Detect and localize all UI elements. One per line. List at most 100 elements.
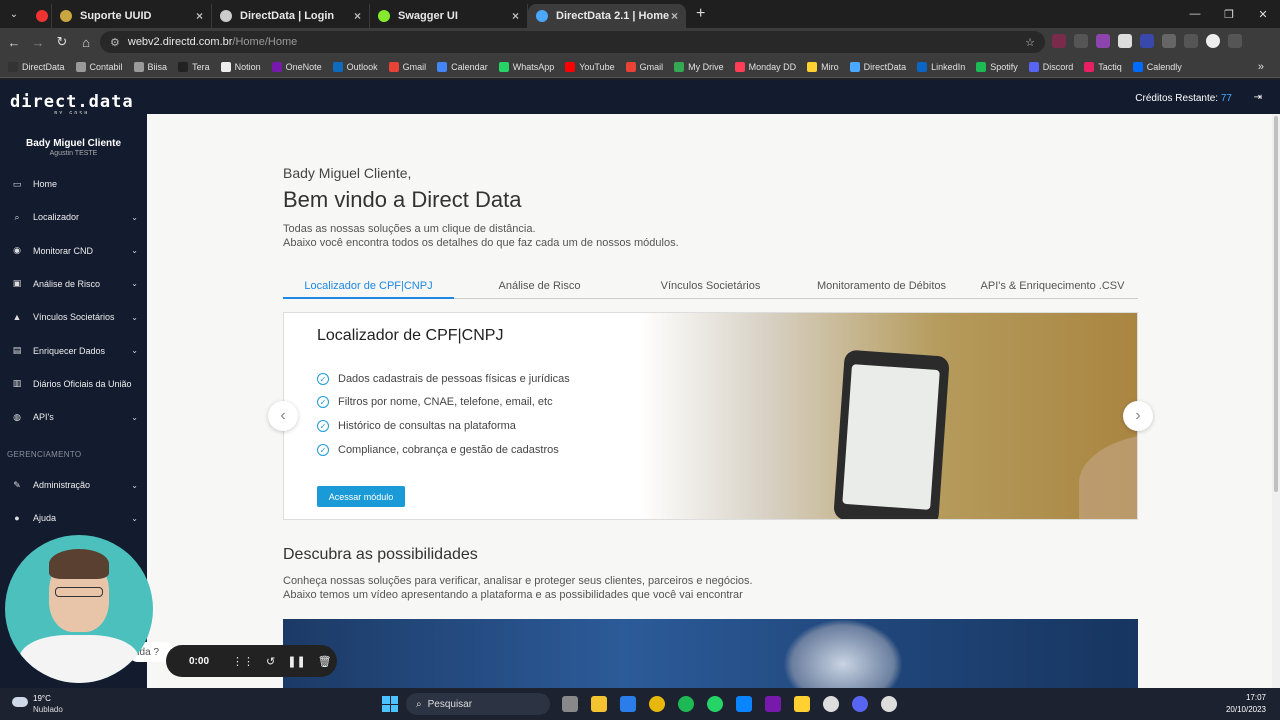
bookmark-item[interactable]: Gmail bbox=[388, 61, 426, 72]
bookmark-item[interactable]: Spotify bbox=[976, 61, 1018, 72]
store-icon[interactable] bbox=[620, 696, 636, 712]
file-explorer-icon[interactable] bbox=[591, 696, 607, 712]
bookmark-item[interactable]: Gmail bbox=[625, 61, 663, 72]
pause-icon[interactable]: ❚❚ bbox=[287, 655, 305, 668]
close-icon[interactable]: × bbox=[671, 9, 678, 23]
grid-icon[interactable]: ⋮⋮ bbox=[232, 655, 254, 668]
minimize-icon[interactable]: — bbox=[1178, 8, 1212, 20]
sidebar-icon[interactable] bbox=[1184, 34, 1198, 48]
close-icon[interactable]: × bbox=[196, 9, 203, 23]
close-window-icon[interactable]: ✕ bbox=[1246, 8, 1280, 21]
bookmark-item[interactable]: WhatsApp bbox=[498, 61, 554, 72]
extension-icon[interactable] bbox=[1118, 34, 1132, 48]
logout-icon[interactable]: ⇥ bbox=[1254, 92, 1262, 103]
chrome-icon[interactable] bbox=[649, 696, 665, 712]
bookmark-item[interactable]: OneNote bbox=[271, 61, 322, 72]
bookmark-item[interactable]: Miro bbox=[807, 61, 839, 72]
new-tab-icon[interactable]: + bbox=[696, 5, 705, 23]
home-icon[interactable]: ⌂ bbox=[74, 35, 98, 50]
start-button[interactable] bbox=[382, 696, 398, 712]
bookmark-item[interactable]: Biisa bbox=[133, 61, 167, 72]
maximize-icon[interactable]: ❐ bbox=[1212, 8, 1246, 21]
carousel-prev-button[interactable]: ‹ bbox=[268, 401, 298, 431]
address-bar[interactable]: ⚙ webv2.directd.com.br/Home/Home ☆ bbox=[100, 31, 1045, 53]
clock-date[interactable]: 20/10/2023 bbox=[1226, 705, 1266, 714]
bookmark-star-icon[interactable]: ☆ bbox=[1025, 36, 1035, 49]
bookmark-item[interactable]: LinkedIn bbox=[917, 61, 965, 72]
access-module-button[interactable]: Acessar módulo bbox=[317, 486, 405, 507]
close-icon[interactable]: × bbox=[354, 9, 361, 23]
bookmark-icon bbox=[271, 61, 282, 72]
clock-time[interactable]: 17:07 bbox=[1246, 693, 1266, 702]
bookmark-item[interactable]: Outlook bbox=[332, 61, 378, 72]
sidebar-item[interactable]: ▲ Vínculos Societários ⌄ bbox=[0, 305, 147, 329]
menu-dots-icon[interactable] bbox=[1228, 34, 1242, 48]
site-info-icon[interactable]: ⚙ bbox=[110, 36, 120, 49]
tab-monitoramento[interactable]: Monitoramento de Débitos bbox=[796, 280, 967, 292]
onenote-icon[interactable] bbox=[765, 696, 781, 712]
extension-icon[interactable] bbox=[1140, 34, 1154, 48]
tab-vinculos[interactable]: Vínculos Societários bbox=[625, 280, 796, 292]
feature-text: Compliance, cobrança e gestão de cadastr… bbox=[338, 444, 559, 456]
sidebar-item[interactable]: ◉ Monitorar CND ⌄ bbox=[0, 239, 147, 263]
back-icon[interactable]: ← bbox=[2, 35, 26, 50]
pen-icon[interactable] bbox=[1074, 34, 1088, 48]
sidebar-item[interactable]: ◍ API's ⌄ bbox=[0, 405, 147, 429]
bookmark-item[interactable]: DirectData bbox=[849, 61, 906, 72]
bookmark-item[interactable]: Calendar bbox=[437, 61, 488, 72]
bookmark-item[interactable]: YouTube bbox=[565, 61, 615, 72]
tab-recording[interactable] bbox=[28, 4, 52, 28]
tab-apis[interactable]: API's & Enriquecimento .CSV bbox=[967, 280, 1138, 292]
trash-icon[interactable]: 🗑 bbox=[318, 655, 332, 668]
tab-analise-risco[interactable]: Análise de Risco bbox=[454, 280, 625, 292]
edge-icon[interactable] bbox=[736, 696, 752, 712]
bookmark-item[interactable]: Calendly bbox=[1132, 61, 1182, 72]
whatsapp-icon[interactable] bbox=[707, 696, 723, 712]
bookmark-item[interactable]: Contabil bbox=[75, 61, 123, 72]
tab-suporte-uuid[interactable]: Suporte UUID × bbox=[52, 4, 212, 28]
tab-swagger[interactable]: Swagger UI × bbox=[370, 4, 528, 28]
app-icon[interactable] bbox=[852, 696, 868, 712]
weather-description[interactable]: Nublado bbox=[33, 705, 63, 714]
carousel-next-button[interactable]: › bbox=[1123, 401, 1153, 431]
bookmark-item[interactable]: DirectData bbox=[8, 61, 65, 72]
bookmark-item[interactable]: My Drive bbox=[674, 61, 724, 72]
intro-video[interactable] bbox=[283, 619, 1138, 688]
tab-directdata-login[interactable]: DirectData | Login × bbox=[212, 4, 370, 28]
profile-avatar[interactable] bbox=[1206, 34, 1220, 48]
app-icon[interactable] bbox=[823, 696, 839, 712]
forward-icon[interactable]: → bbox=[26, 35, 50, 50]
page-scrollbar[interactable] bbox=[1272, 114, 1280, 688]
extension-icon[interactable] bbox=[1052, 34, 1066, 48]
more-bookmarks-icon[interactable]: » bbox=[1258, 61, 1264, 73]
extension-icon[interactable] bbox=[1096, 34, 1110, 48]
bookmark-item[interactable]: Tera bbox=[178, 61, 210, 72]
restart-icon[interactable]: ↺ bbox=[266, 655, 275, 668]
tab-directdata-home[interactable]: DirectData 2.1 | Home × bbox=[528, 4, 686, 28]
tab-search-icon[interactable]: ⌄ bbox=[0, 0, 28, 28]
puzzle-icon[interactable] bbox=[1162, 34, 1176, 48]
sidebar-item[interactable]: ▭ Home bbox=[0, 172, 147, 196]
bookmark-item[interactable]: Tactiq bbox=[1084, 61, 1122, 72]
miro-icon[interactable] bbox=[794, 696, 810, 712]
reload-icon[interactable]: ↻ bbox=[50, 34, 74, 50]
sidebar-item[interactable]: ⌕ Localizador ⌄ bbox=[0, 205, 147, 229]
bookmark-item[interactable]: Discord bbox=[1028, 61, 1073, 72]
task-view-icon[interactable] bbox=[562, 696, 578, 712]
sidebar-item[interactable]: ▥ Diários Oficiais da União bbox=[0, 372, 147, 396]
app-icon[interactable] bbox=[881, 696, 897, 712]
spotify-icon[interactable] bbox=[678, 696, 694, 712]
scrollbar-thumb[interactable] bbox=[1274, 116, 1278, 492]
close-icon[interactable]: × bbox=[512, 9, 519, 23]
tab-localizador[interactable]: Localizador de CPF|CNPJ bbox=[283, 280, 454, 292]
sidebar-item[interactable]: ● Ajuda ⌄ bbox=[0, 506, 147, 530]
bookmark-item[interactable]: Monday DD bbox=[734, 61, 796, 72]
greeting: Bady Miguel Cliente, bbox=[283, 165, 412, 181]
sidebar-item[interactable]: ▤ Enriquecer Dados ⌄ bbox=[0, 339, 147, 363]
taskbar-search[interactable]: ⌕ Pesquisar bbox=[406, 693, 550, 715]
cloud-icon[interactable] bbox=[12, 697, 28, 707]
sidebar-item[interactable]: ▣ Análise de Risco ⌄ bbox=[0, 272, 147, 296]
sidebar-item[interactable]: ✎ Administração ⌄ bbox=[0, 473, 147, 497]
weather-temperature[interactable]: 19°C bbox=[33, 694, 51, 703]
bookmark-item[interactable]: Notion bbox=[220, 61, 261, 72]
